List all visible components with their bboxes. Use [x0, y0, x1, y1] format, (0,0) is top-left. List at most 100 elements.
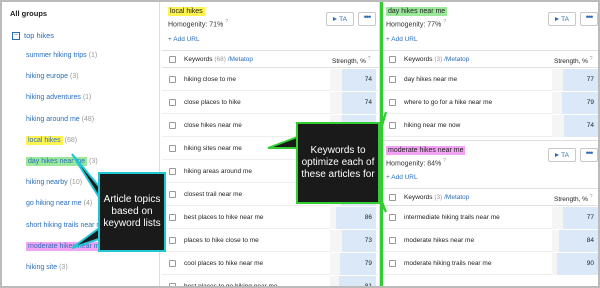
- strength-value: 79: [586, 99, 594, 106]
- collapse-icon[interactable]: −: [12, 31, 20, 40]
- table-row[interactable]: intermediate hiking trails near me 77: [382, 207, 598, 229]
- table-row[interactable]: day hikes near me 77: [382, 69, 598, 91]
- table-row[interactable]: hiking close to me 74: [162, 69, 380, 91]
- row-checkbox[interactable]: [169, 145, 176, 152]
- sidebar-item-count: (10): [69, 179, 83, 187]
- play-icon: [333, 17, 338, 21]
- add-url-link[interactable]: + Add URL: [386, 36, 418, 43]
- sidebar-item-label: day hikes near me: [26, 157, 88, 166]
- strength-value: 79: [364, 260, 372, 267]
- row-checkbox[interactable]: [389, 237, 396, 244]
- strength-cell: 77: [552, 69, 598, 91]
- sidebar-item-count: (1): [82, 94, 92, 102]
- annotation-accent-line: [380, 2, 383, 286]
- row-checkbox[interactable]: [169, 191, 176, 198]
- annotation-callout-keywords: Keywords to optimize each of these artic…: [298, 124, 378, 202]
- sidebar-item[interactable]: summer hiking trips (1): [26, 52, 97, 59]
- sidebar-item-count: (68): [64, 136, 78, 144]
- select-all-checkbox[interactable]: [389, 56, 396, 63]
- table-row[interactable]: places to hike close to me 73: [162, 230, 380, 252]
- row-checkbox[interactable]: [389, 260, 396, 267]
- table-header: Keywords (68) /Metatop Strength, % ?: [162, 50, 380, 68]
- strength-cell: 86: [330, 207, 376, 229]
- sidebar-item-label: hiking europe: [26, 73, 69, 81]
- strength-value: 74: [586, 122, 594, 129]
- cluster-title[interactable]: moderate hikes near me: [386, 146, 466, 155]
- sidebar-item-label: short hiking trails near me: [26, 221, 107, 229]
- sidebar-item[interactable]: hiking site (3): [26, 264, 68, 271]
- strength-value: 77: [586, 76, 594, 83]
- strength-value: 74: [364, 76, 372, 83]
- sidebar-item[interactable]: day hikes near me (3): [26, 157, 98, 166]
- sidebar-item-label: local hikes: [26, 135, 63, 145]
- row-checkbox[interactable]: [169, 237, 176, 244]
- keyword-cell: places to hike close to me: [184, 237, 259, 244]
- strength-value: 74: [364, 99, 372, 106]
- strength-cell: 79: [330, 253, 376, 275]
- sidebar-item-count: (3): [89, 158, 98, 165]
- ta-button[interactable]: TA: [548, 12, 576, 26]
- more-options-button[interactable]: •••: [580, 148, 598, 162]
- cluster-panels-right: day hikes near me Homogenity: 77% ? TA •…: [382, 2, 598, 286]
- sidebar-item[interactable]: local hikes (68): [26, 135, 78, 145]
- table-row[interactable]: close places to hike 74: [162, 92, 380, 114]
- row-checkbox[interactable]: [169, 76, 176, 83]
- keyword-cell: intermediate hiking trails near me: [404, 214, 500, 221]
- select-all-checkbox[interactable]: [389, 194, 396, 201]
- keywords-header[interactable]: Keywords (3) /Metatop: [404, 194, 469, 201]
- strength-cell: 74: [330, 69, 376, 91]
- ta-button[interactable]: TA: [548, 148, 576, 162]
- sidebar-item[interactable]: go hiking near me (4): [26, 200, 92, 207]
- keyword-cell: close places to hike: [184, 99, 241, 106]
- add-url-link[interactable]: + Add URL: [168, 36, 200, 43]
- more-options-button[interactable]: •••: [358, 12, 376, 26]
- sidebar-item[interactable]: hiking around me (48): [26, 116, 94, 123]
- sidebar-item[interactable]: hiking nearby (10): [26, 179, 82, 186]
- select-all-checkbox[interactable]: [169, 56, 176, 63]
- table-row[interactable]: best places to hike near me 86: [162, 207, 380, 229]
- row-checkbox[interactable]: [389, 76, 396, 83]
- ta-button[interactable]: TA: [326, 12, 354, 26]
- table-row[interactable]: hiking near me now 74: [382, 115, 598, 137]
- keyword-cell: moderate hiking trails near me: [404, 260, 492, 267]
- row-checkbox[interactable]: [169, 214, 176, 221]
- table-row[interactable]: where to go for a hike near me 79: [382, 92, 598, 114]
- table-row[interactable]: moderate hikes near me 84: [382, 230, 598, 252]
- row-checkbox[interactable]: [389, 214, 396, 221]
- sidebar-item[interactable]: hiking adventures (1): [26, 94, 91, 101]
- table-row[interactable]: best places to go hiking near me 81: [162, 276, 380, 286]
- cluster-title[interactable]: day hikes near me: [386, 7, 448, 16]
- more-options-button[interactable]: •••: [580, 12, 598, 26]
- strength-bar: [338, 276, 376, 286]
- row-checkbox[interactable]: [169, 122, 176, 129]
- row-checkbox[interactable]: [389, 122, 396, 129]
- cluster-title[interactable]: local hikes: [168, 7, 205, 16]
- row-checkbox[interactable]: [169, 283, 176, 286]
- table-row[interactable]: moderate hiking trails near me 90: [382, 253, 598, 275]
- row-checkbox[interactable]: [169, 99, 176, 106]
- row-checkbox[interactable]: [169, 168, 176, 175]
- strength-cell: 74: [552, 115, 598, 137]
- strength-value: 77: [586, 214, 594, 221]
- row-checkbox[interactable]: [169, 260, 176, 267]
- homogeneity-label: Homogenity: 71% ?: [168, 19, 228, 29]
- strength-value: 73: [364, 237, 372, 244]
- strength-header[interactable]: Strength, % ?: [332, 56, 371, 65]
- sidebar-item-label: hiking nearby: [26, 179, 68, 187]
- keyword-cell: moderate hikes near me: [404, 237, 475, 244]
- group-top-hikes[interactable]: − top hikes: [12, 31, 54, 40]
- keywords-header[interactable]: Keywords (68) /Metatop: [184, 56, 253, 63]
- app-frame: All groups − top hikes summer hiking tri…: [0, 0, 600, 288]
- sidebar-item-label: moderate hikes near me: [26, 241, 106, 251]
- table-row[interactable]: cool places to hike near me 79: [162, 253, 380, 275]
- row-checkbox[interactable]: [389, 99, 396, 106]
- add-url-link[interactable]: + Add URL: [386, 174, 418, 181]
- keyword-cell: hiking near me now: [404, 122, 461, 129]
- strength-header[interactable]: Strength, % ?: [554, 194, 593, 203]
- strength-header[interactable]: Strength, % ?: [554, 56, 593, 65]
- keywords-header[interactable]: Keywords (3) /Metatop: [404, 56, 469, 63]
- sidebar-item[interactable]: hiking europe (3): [26, 73, 79, 80]
- strength-cell: 73: [330, 230, 376, 252]
- sidebar-item-count: (4): [83, 200, 93, 208]
- sidebar-item-label: summer hiking trips: [26, 52, 87, 59]
